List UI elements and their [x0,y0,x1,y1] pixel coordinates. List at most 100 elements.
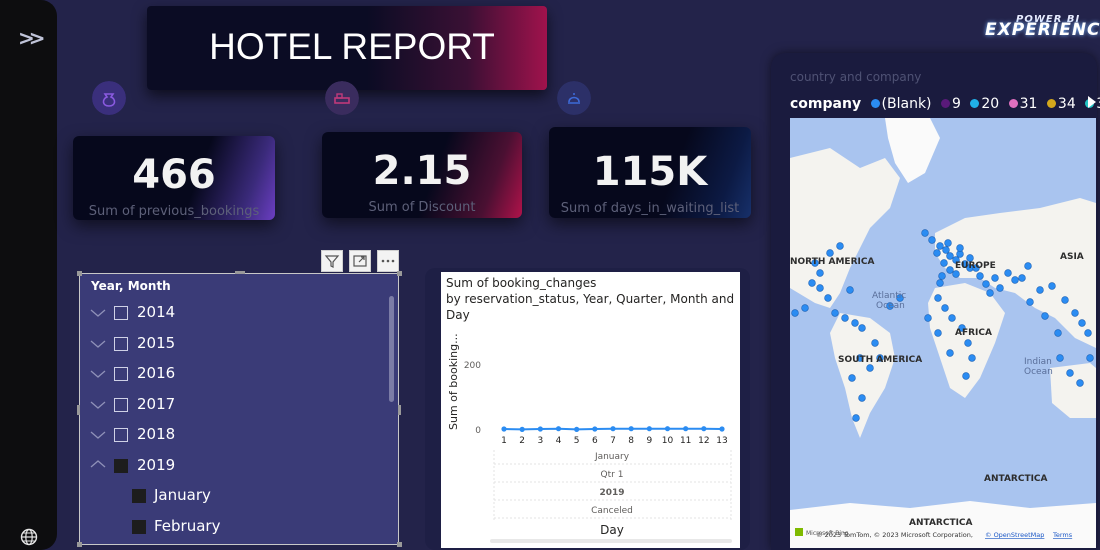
map-bubble[interactable] [848,374,856,382]
map-bubble[interactable] [1011,276,1019,284]
map-bubble[interactable] [946,349,954,357]
map-bubble[interactable] [871,339,879,347]
map-bubble[interactable] [866,364,874,372]
resize-handle[interactable] [77,405,80,415]
data-point[interactable] [519,426,525,432]
map-bubble[interactable] [1086,354,1094,362]
map-bubble[interactable] [1048,282,1056,290]
slicer-item-2018[interactable]: 2018 [90,425,370,451]
map-bubble[interactable] [1004,269,1012,277]
data-point[interactable] [501,426,507,432]
map-bubble[interactable] [964,339,972,347]
chevron-down-icon[interactable] [90,336,106,352]
map-bubble[interactable] [934,294,942,302]
map-bubble[interactable] [941,304,949,312]
map-bubble[interactable] [1071,309,1079,317]
map-bubble[interactable] [1056,354,1064,362]
map-bubble[interactable] [944,239,952,247]
slicer-checkbox-checked[interactable] [114,459,128,473]
map-bubble[interactable] [991,274,999,282]
slicer-item-2019[interactable]: 2019 [90,456,370,482]
map-bubble[interactable] [934,329,942,337]
expand-nav-icon[interactable]: >> [18,26,45,50]
map-bubble[interactable] [928,236,936,244]
data-point[interactable] [719,426,725,432]
map-bubble[interactable] [1054,329,1062,337]
map-bubble[interactable] [816,284,824,292]
map-bubble[interactable] [938,272,946,280]
resize-handle[interactable] [235,271,245,274]
map-bubble[interactable] [836,242,844,250]
more-options-button[interactable] [377,250,399,272]
map-bubble[interactable] [851,319,859,327]
map-bubble[interactable] [948,314,956,322]
slicer-checkbox[interactable] [114,398,128,412]
map-bubble[interactable] [956,244,964,252]
data-point[interactable] [628,426,634,432]
slicer-item-january[interactable]: January [90,486,370,512]
data-point[interactable] [574,426,580,432]
map-bubble[interactable] [816,269,824,277]
map-bubble[interactable] [801,304,809,312]
chevron-up-icon[interactable] [90,456,106,472]
data-point[interactable] [701,426,707,432]
map-bubble[interactable] [986,289,994,297]
map-bubble[interactable] [933,249,941,257]
map-bubble[interactable] [924,314,932,322]
map-bubble[interactable] [982,280,990,288]
map-bubble[interactable] [1026,298,1034,306]
terms-link[interactable]: Terms [1052,531,1073,539]
map-bubble[interactable] [1066,369,1074,377]
map-bubble[interactable] [962,372,970,380]
map-bubble[interactable] [826,249,834,257]
map-bubble[interactable] [940,259,948,267]
resize-handle[interactable] [77,271,82,276]
slicer-checkbox-checked[interactable] [132,520,146,534]
focus-mode-button[interactable] [349,250,371,272]
map-bubble[interactable] [936,279,944,287]
booking-changes-line-chart[interactable]: Sum of booking_changes by reservation_st… [441,272,740,548]
slicer-checkbox[interactable] [114,367,128,381]
resize-handle[interactable] [397,271,402,276]
map-bubble[interactable] [996,284,1004,292]
data-point[interactable] [537,426,543,432]
slicer-item-2015[interactable]: 2015 [90,334,370,360]
legend-next-arrow[interactable] [1088,96,1096,108]
map-bubble[interactable] [1041,312,1049,320]
map-bubble[interactable] [824,294,832,302]
map-bubble[interactable] [1024,262,1032,270]
filter-button[interactable] [321,250,343,272]
map-bubble[interactable] [1084,329,1092,337]
data-point[interactable] [664,426,671,432]
chevron-down-icon[interactable] [90,397,106,413]
data-point[interactable] [555,426,562,432]
slicer-item-february[interactable]: February [90,517,370,543]
map-bubble[interactable] [841,314,849,322]
chevron-down-icon[interactable] [90,305,106,321]
map-bubble[interactable] [858,324,866,332]
map-bubble[interactable] [1076,379,1084,387]
map-bubble[interactable] [936,242,944,250]
map-bubble[interactable] [952,270,960,278]
map-bubble[interactable] [968,354,976,362]
world-map[interactable]: NORTH AMERICA EUROPE ASIA AFRICA SOUTH A… [790,118,1096,548]
slicer-item-2017[interactable]: 2017 [90,395,370,421]
map-bubble[interactable] [946,266,954,274]
map-bubble[interactable] [831,309,839,317]
map-bubble[interactable] [921,229,929,237]
slicer-checkbox[interactable] [114,428,128,442]
data-point[interactable] [683,426,689,432]
slicer-checkbox[interactable] [114,337,128,351]
map-bubble[interactable] [858,394,866,402]
map-bubble[interactable] [808,279,816,287]
resize-handle[interactable] [398,405,401,415]
slicer-checkbox[interactable] [114,306,128,320]
map-bubble[interactable] [846,286,854,294]
resize-handle[interactable] [77,542,82,547]
map-bubble[interactable] [1018,274,1026,282]
map-bubble[interactable] [791,309,799,317]
resize-handle[interactable] [397,542,402,547]
map-bubble[interactable] [1078,319,1086,327]
map-bubble[interactable] [942,246,950,254]
slicer-scrollbar[interactable] [389,296,394,402]
